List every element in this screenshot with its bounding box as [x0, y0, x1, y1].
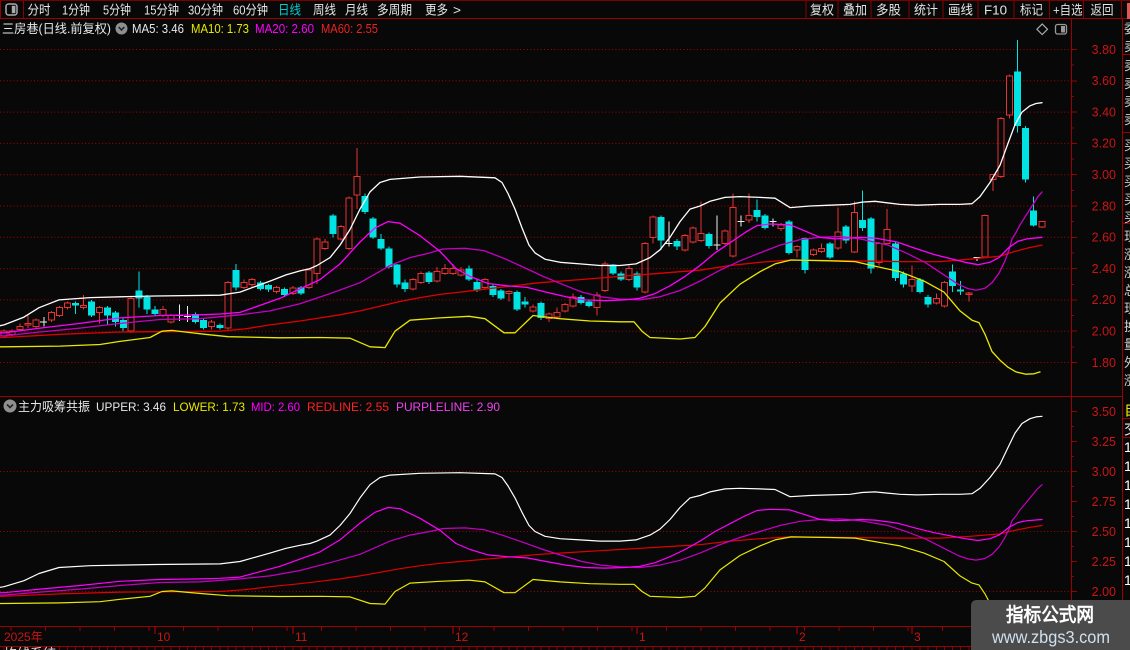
svg-text:返回: 返回: [1091, 3, 1114, 18]
svg-text:现: 现: [1124, 301, 1130, 316]
svg-text:1: 1: [1124, 477, 1130, 493]
svg-text:标记: 标记: [1020, 3, 1043, 18]
svg-text:3.50: 3.50: [1092, 405, 1116, 419]
svg-text:2.80: 2.80: [1092, 199, 1116, 213]
svg-text:换: 换: [1124, 319, 1130, 334]
svg-text:PURPLELINE: 2.90: PURPLELINE: 2.90: [396, 400, 500, 414]
svg-text:3.80: 3.80: [1092, 43, 1116, 57]
svg-text:2.60: 2.60: [1092, 231, 1116, 245]
svg-text:多周期: 多周期: [377, 3, 412, 18]
svg-text:卖: 卖: [1124, 112, 1130, 127]
svg-text:三房巷(日线.前复权): 三房巷(日线.前复权): [2, 21, 111, 36]
svg-text:MA20: 2.60: MA20: 2.60: [255, 22, 314, 36]
svg-text:UPPER: 3.46: UPPER: 3.46: [96, 400, 166, 414]
svg-text:2.25: 2.25: [1092, 555, 1116, 569]
svg-text:MA5: 3.46: MA5: 3.46: [132, 22, 184, 36]
svg-text:买: 买: [1124, 138, 1130, 153]
svg-text:卖: 卖: [1124, 76, 1130, 91]
svg-text:2.20: 2.20: [1092, 293, 1116, 307]
svg-text:10: 10: [157, 630, 171, 644]
svg-text:+自选: +自选: [1053, 3, 1083, 18]
svg-text:F10: F10: [984, 3, 1007, 18]
svg-text:2025年: 2025年: [4, 630, 43, 644]
svg-text:1: 1: [1124, 439, 1130, 455]
svg-text:1: 1: [1124, 553, 1130, 569]
svg-text:LOWER: 1.73: LOWER: 1.73: [173, 400, 245, 414]
svg-text:2.00: 2.00: [1092, 585, 1116, 599]
svg-text:MID: 2.60: MID: 2.60: [251, 400, 300, 414]
svg-text:委: 委: [1124, 21, 1130, 36]
svg-text:30分钟: 30分钟: [188, 3, 223, 18]
svg-text:3.25: 3.25: [1092, 435, 1116, 449]
svg-text:2.75: 2.75: [1092, 495, 1116, 509]
svg-text:更多: 更多: [425, 3, 448, 18]
svg-text:指标公式网: 指标公式网: [1006, 603, 1094, 626]
svg-text:60分钟: 60分钟: [233, 3, 268, 18]
svg-text:3.00: 3.00: [1092, 465, 1116, 479]
svg-text:涨: 涨: [1124, 373, 1130, 388]
svg-text:量: 量: [1124, 337, 1130, 352]
svg-text:1: 1: [1124, 458, 1130, 474]
svg-text:1.80: 1.80: [1092, 356, 1116, 370]
svg-text:复权: 复权: [810, 3, 834, 18]
svg-text:卖: 卖: [1124, 39, 1130, 54]
svg-text:1: 1: [1124, 572, 1130, 588]
svg-text:1: 1: [1124, 534, 1130, 550]
svg-text:2.00: 2.00: [1092, 325, 1116, 339]
svg-text:2.50: 2.50: [1092, 525, 1116, 539]
svg-text:15分钟: 15分钟: [144, 3, 179, 18]
svg-text:www.zbgs3.com: www.zbgs3.com: [991, 627, 1110, 647]
svg-text:日线: 日线: [278, 3, 301, 18]
svg-text:12: 12: [455, 630, 469, 644]
svg-text:MA60: 2.55: MA60: 2.55: [321, 22, 378, 36]
svg-text:多股: 多股: [876, 3, 901, 18]
svg-text:买: 买: [1124, 156, 1130, 171]
svg-text:叠加: 叠加: [843, 3, 867, 18]
svg-text:涨: 涨: [1124, 247, 1130, 262]
svg-text:统计: 统计: [914, 3, 938, 18]
svg-text:2.40: 2.40: [1092, 262, 1116, 276]
svg-text:买: 买: [1124, 210, 1130, 225]
svg-text:1: 1: [639, 630, 646, 644]
svg-text:1: 1: [1124, 496, 1130, 512]
svg-text:主力吸筹共振: 主力吸筹共振: [18, 399, 90, 414]
svg-text:卖: 卖: [1124, 94, 1130, 109]
svg-text:买: 买: [1124, 192, 1130, 207]
svg-text:涨: 涨: [1124, 265, 1130, 280]
svg-text:1: 1: [1124, 515, 1130, 531]
svg-text:5分钟: 5分钟: [103, 3, 131, 18]
svg-text:外: 外: [1124, 355, 1130, 370]
svg-text:交: 交: [1124, 420, 1130, 438]
svg-text:1分钟: 1分钟: [62, 3, 90, 18]
svg-text:3.00: 3.00: [1092, 168, 1116, 182]
svg-text:画线: 画线: [948, 3, 973, 18]
svg-text:2: 2: [799, 630, 806, 644]
svg-text:卖: 卖: [1124, 58, 1130, 73]
svg-text:总: 总: [1124, 283, 1130, 298]
svg-text:周线: 周线: [313, 3, 336, 18]
svg-text:均线系统: 均线系统: [4, 646, 56, 650]
svg-text:3.60: 3.60: [1092, 74, 1116, 88]
svg-text:自: 自: [1124, 402, 1130, 419]
svg-text:3: 3: [914, 630, 921, 644]
svg-text:3.40: 3.40: [1092, 105, 1116, 119]
svg-text:月线: 月线: [345, 3, 368, 18]
svg-text:11: 11: [295, 630, 308, 644]
svg-text:买: 买: [1124, 174, 1130, 189]
svg-text:3.20: 3.20: [1092, 137, 1116, 151]
svg-text:REDLINE: 2.55: REDLINE: 2.55: [307, 400, 389, 414]
svg-text:分时: 分时: [28, 3, 51, 18]
svg-text:>: >: [453, 3, 461, 18]
svg-text:MA10: 1.73: MA10: 1.73: [191, 22, 249, 36]
svg-text:现: 现: [1124, 229, 1130, 244]
